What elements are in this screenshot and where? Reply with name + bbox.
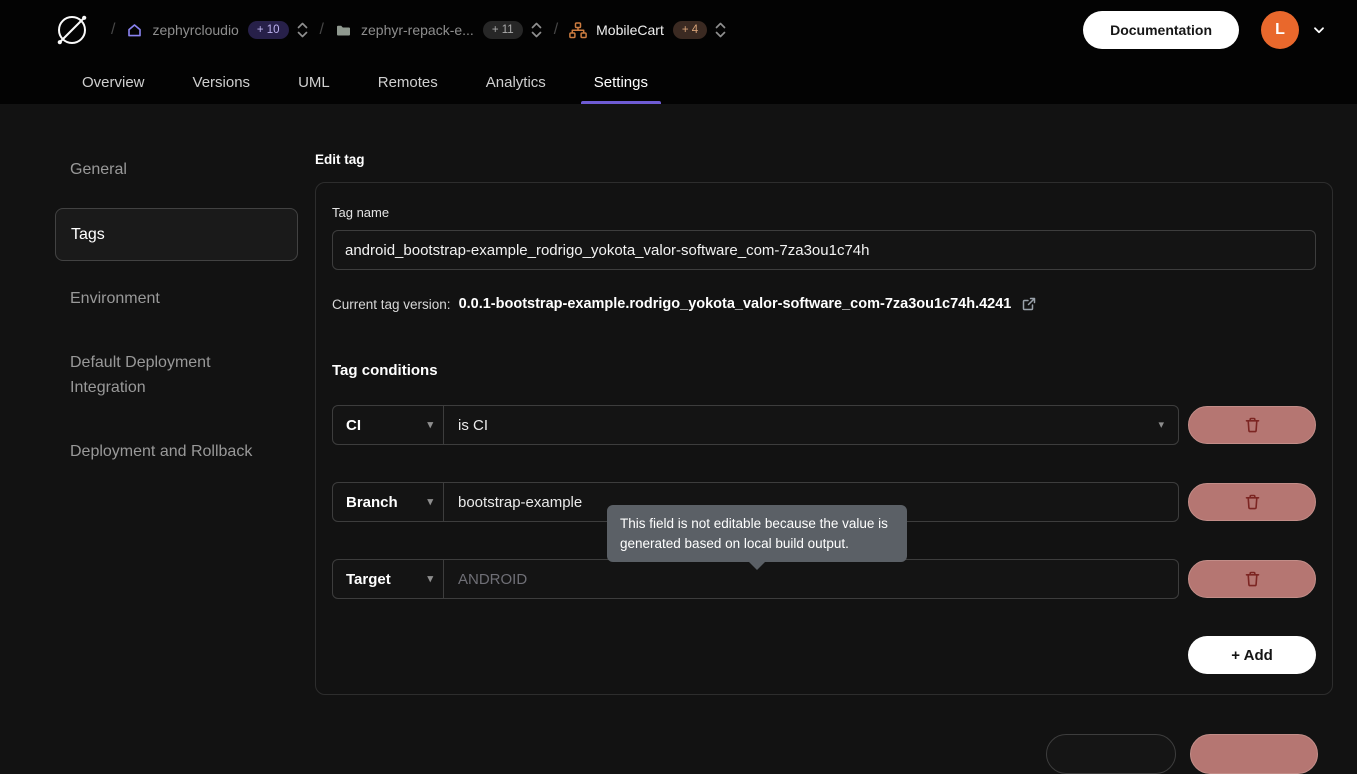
- breadcrumb-application[interactable]: MobileCart + 4: [569, 21, 707, 39]
- documentation-button[interactable]: Documentation: [1083, 11, 1239, 49]
- add-condition-button[interactable]: + Add: [1188, 636, 1316, 674]
- delete-condition-button[interactable]: [1188, 406, 1316, 444]
- breadcrumb-separator: /: [111, 21, 115, 39]
- org-name: zephyrcloudio: [152, 22, 238, 38]
- breadcrumb-project[interactable]: zephyr-repack-e... + 11: [335, 21, 523, 39]
- user-menu-chevron-down-icon[interactable]: [1311, 22, 1327, 38]
- project-count-badge: + 11: [483, 21, 523, 39]
- house-icon: [126, 22, 143, 39]
- caret-down-icon: ▾: [427, 574, 433, 585]
- edit-tag-card: Tag name Current tag version: 0.0.1-boot…: [315, 182, 1333, 695]
- condition-row-target: Target ▾ ANDROID: [332, 559, 1316, 599]
- main-area: General Tags Environment Default Deploym…: [0, 104, 1357, 746]
- top-bar: / zephyrcloudio + 10 /: [0, 0, 1357, 104]
- trash-icon: [1244, 493, 1261, 511]
- page-title: Edit tag: [315, 152, 1333, 167]
- condition-type-select[interactable]: CI ▾: [333, 406, 444, 444]
- add-row: + Add: [332, 636, 1316, 674]
- caret-down-icon: ▾: [427, 497, 433, 508]
- condition-type-select[interactable]: Branch ▾: [333, 483, 444, 521]
- condition-field: CI ▾ is CI ▾: [332, 405, 1179, 445]
- delete-condition-button[interactable]: [1188, 483, 1316, 521]
- field-not-editable-tooltip: This field is not editable because the v…: [607, 505, 907, 562]
- org-count-badge: + 10: [248, 21, 289, 39]
- tab-overview[interactable]: Overview: [77, 60, 150, 104]
- caret-down-icon: ▾: [1158, 420, 1164, 431]
- trash-icon: [1244, 416, 1261, 434]
- condition-type-label: Branch: [346, 494, 398, 511]
- tag-conditions-title: Tag conditions: [332, 362, 1316, 379]
- tab-uml[interactable]: UML: [293, 60, 335, 104]
- condition-value-field-disabled: ANDROID: [444, 560, 1178, 598]
- external-link-icon[interactable]: [1021, 296, 1037, 312]
- condition-value-label: ANDROID: [458, 571, 527, 588]
- condition-type-label: CI: [346, 417, 361, 434]
- condition-value-label: is CI: [458, 417, 488, 434]
- tag-name-input[interactable]: [332, 230, 1316, 270]
- primary-tabs: Overview Versions UML Remotes Analytics …: [0, 60, 1357, 104]
- sidebar-item-general[interactable]: General: [55, 144, 298, 196]
- application-count-badge: + 4: [673, 21, 707, 39]
- tab-remotes[interactable]: Remotes: [373, 60, 443, 104]
- user-avatar[interactable]: L: [1261, 11, 1299, 49]
- tab-settings[interactable]: Settings: [589, 60, 653, 104]
- sidebar-item-tags[interactable]: Tags: [55, 208, 298, 262]
- tab-analytics[interactable]: Analytics: [481, 60, 551, 104]
- sidebar-item-environment[interactable]: Environment: [55, 273, 298, 325]
- project-switcher-icon[interactable]: [530, 21, 543, 39]
- app-root: / zephyrcloudio + 10 /: [0, 0, 1357, 746]
- condition-value-select[interactable]: is CI ▾: [444, 406, 1178, 444]
- delete-condition-button[interactable]: [1188, 560, 1316, 598]
- settings-content: Edit tag Tag name Current tag version: 0…: [315, 104, 1357, 746]
- sidebar-item-default-deployment-integration[interactable]: Default Deployment Integration: [55, 337, 298, 414]
- bottom-secondary-button-partial[interactable]: [1046, 734, 1176, 774]
- bottom-danger-button-partial[interactable]: [1190, 734, 1318, 774]
- current-tag-version-value: 0.0.1-bootstrap-example.rodrigo_yokota_v…: [459, 296, 1012, 312]
- current-tag-version-row: Current tag version: 0.0.1-bootstrap-exa…: [332, 296, 1316, 312]
- trash-icon: [1244, 570, 1261, 588]
- zephyr-logo-icon[interactable]: [54, 12, 90, 48]
- condition-row-ci: CI ▾ is CI ▾: [332, 405, 1316, 445]
- settings-sidebar: General Tags Environment Default Deploym…: [0, 104, 315, 746]
- folder-icon: [335, 22, 352, 39]
- condition-value-label: bootstrap-example: [458, 494, 582, 511]
- sidebar-item-deployment-and-rollback[interactable]: Deployment and Rollback: [55, 426, 298, 478]
- breadcrumb-separator: /: [554, 21, 558, 39]
- application-switcher-icon[interactable]: [714, 21, 727, 39]
- project-name: zephyr-repack-e...: [361, 22, 474, 38]
- tab-versions[interactable]: Versions: [188, 60, 256, 104]
- tag-name-label: Tag name: [332, 205, 1316, 220]
- caret-down-icon: ▾: [427, 420, 433, 431]
- breadcrumb-org[interactable]: zephyrcloudio + 10: [126, 21, 288, 39]
- condition-type-label: Target: [346, 571, 391, 588]
- org-icon: [569, 22, 587, 39]
- breadcrumb-row: / zephyrcloudio + 10 /: [0, 0, 1357, 60]
- breadcrumb-separator: /: [320, 21, 324, 39]
- org-switcher-icon[interactable]: [296, 21, 309, 39]
- application-name: MobileCart: [596, 22, 664, 38]
- condition-type-select[interactable]: Target ▾: [333, 560, 444, 598]
- current-tag-version-label: Current tag version:: [332, 297, 451, 312]
